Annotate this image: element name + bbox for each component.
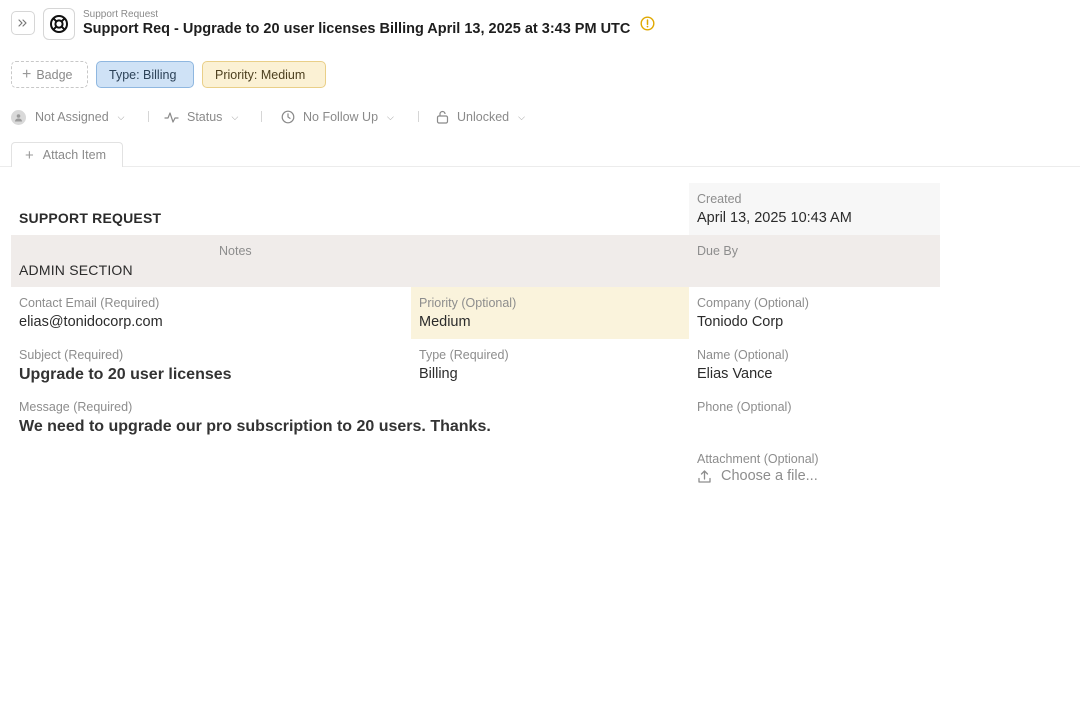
- chevron-down-icon: ⌵: [118, 112, 125, 123]
- type-label: Type (Required): [419, 348, 509, 362]
- name-field[interactable]: Elias Vance: [697, 366, 773, 382]
- priority-field[interactable]: Medium: [419, 314, 471, 330]
- name-label: Name (Optional): [697, 348, 789, 362]
- lock-dropdown[interactable]: Unlocked ⌵: [436, 108, 525, 126]
- page-title: Support Req - Upgrade to 20 user license…: [83, 21, 630, 37]
- phone-label: Phone (Optional): [697, 400, 792, 414]
- contact-email-label: Contact Email (Required): [19, 296, 159, 310]
- priority-cell[interactable]: [411, 287, 689, 339]
- status-label: Status: [187, 110, 222, 124]
- plus-icon: +: [25, 148, 34, 163]
- activity-icon: [164, 111, 179, 124]
- attach-item-label: Attach Item: [43, 148, 106, 162]
- chevron-down-icon: ⌵: [387, 112, 394, 123]
- assignee-dropdown[interactable]: Not Assigned ⌵: [11, 108, 125, 126]
- created-label: Created: [697, 192, 741, 206]
- follow-up-dropdown[interactable]: No Follow Up ⌵: [281, 108, 394, 126]
- follow-up-label: No Follow Up: [303, 110, 378, 124]
- alert-circle-icon[interactable]: [640, 16, 655, 31]
- type-badge[interactable]: Type: Billing: [96, 61, 194, 88]
- type-badge-label: Type: Billing: [109, 68, 176, 82]
- choose-file-label: Choose a file...: [721, 468, 818, 484]
- toolbar-divider: [418, 111, 419, 122]
- expand-sidebar-button[interactable]: [11, 11, 35, 35]
- priority-label: Priority (Optional): [419, 296, 516, 310]
- unlock-icon: [436, 110, 449, 124]
- type-field[interactable]: Billing: [419, 366, 458, 382]
- upload-icon: [697, 469, 712, 484]
- section-title: SUPPORT REQUEST: [19, 210, 161, 226]
- priority-badge-label: Priority: Medium: [215, 68, 305, 82]
- app-icon: [43, 8, 75, 40]
- attachment-label: Attachment (Optional): [697, 452, 819, 466]
- priority-badge[interactable]: Priority: Medium: [202, 61, 326, 88]
- add-badge-label: Badge: [36, 68, 72, 82]
- attach-item-tab[interactable]: + Attach Item: [11, 142, 123, 167]
- admin-section-title: ADMIN SECTION: [19, 262, 133, 278]
- plus-icon: +: [22, 67, 31, 83]
- subject-label: Subject (Required): [19, 348, 123, 362]
- choose-file-button[interactable]: Choose a file...: [697, 468, 818, 484]
- chevrons-right-icon: [17, 17, 29, 29]
- toolbar-divider: [148, 111, 149, 122]
- due-by-label[interactable]: Due By: [697, 244, 738, 258]
- add-badge-button[interactable]: + Badge: [11, 61, 88, 88]
- admin-section-row: [11, 235, 940, 287]
- company-field[interactable]: Toniodo Corp: [697, 314, 783, 330]
- contact-email-field[interactable]: elias@tonidocorp.com: [19, 314, 163, 330]
- chevron-down-icon: ⌵: [231, 112, 238, 123]
- lock-label: Unlocked: [457, 110, 509, 124]
- created-value: April 13, 2025 10:43 AM: [697, 210, 852, 226]
- tab-divider: [0, 166, 1080, 167]
- company-label: Company (Optional): [697, 296, 809, 310]
- clock-icon: [281, 110, 295, 124]
- message-field[interactable]: We need to upgrade our pro subscription …: [19, 418, 491, 436]
- avatar-icon: [11, 110, 26, 125]
- notes-label[interactable]: Notes: [219, 244, 252, 258]
- assignee-label: Not Assigned: [35, 110, 109, 124]
- created-cell: [689, 183, 940, 235]
- subject-field[interactable]: Upgrade to 20 user licenses: [19, 366, 232, 384]
- chevron-down-icon: ⌵: [518, 112, 525, 123]
- toolbar-divider: [261, 111, 262, 122]
- message-label: Message (Required): [19, 400, 132, 414]
- status-dropdown[interactable]: Status ⌵: [164, 108, 238, 126]
- lifebuoy-icon: [49, 14, 69, 34]
- breadcrumb[interactable]: Support Request: [83, 9, 158, 20]
